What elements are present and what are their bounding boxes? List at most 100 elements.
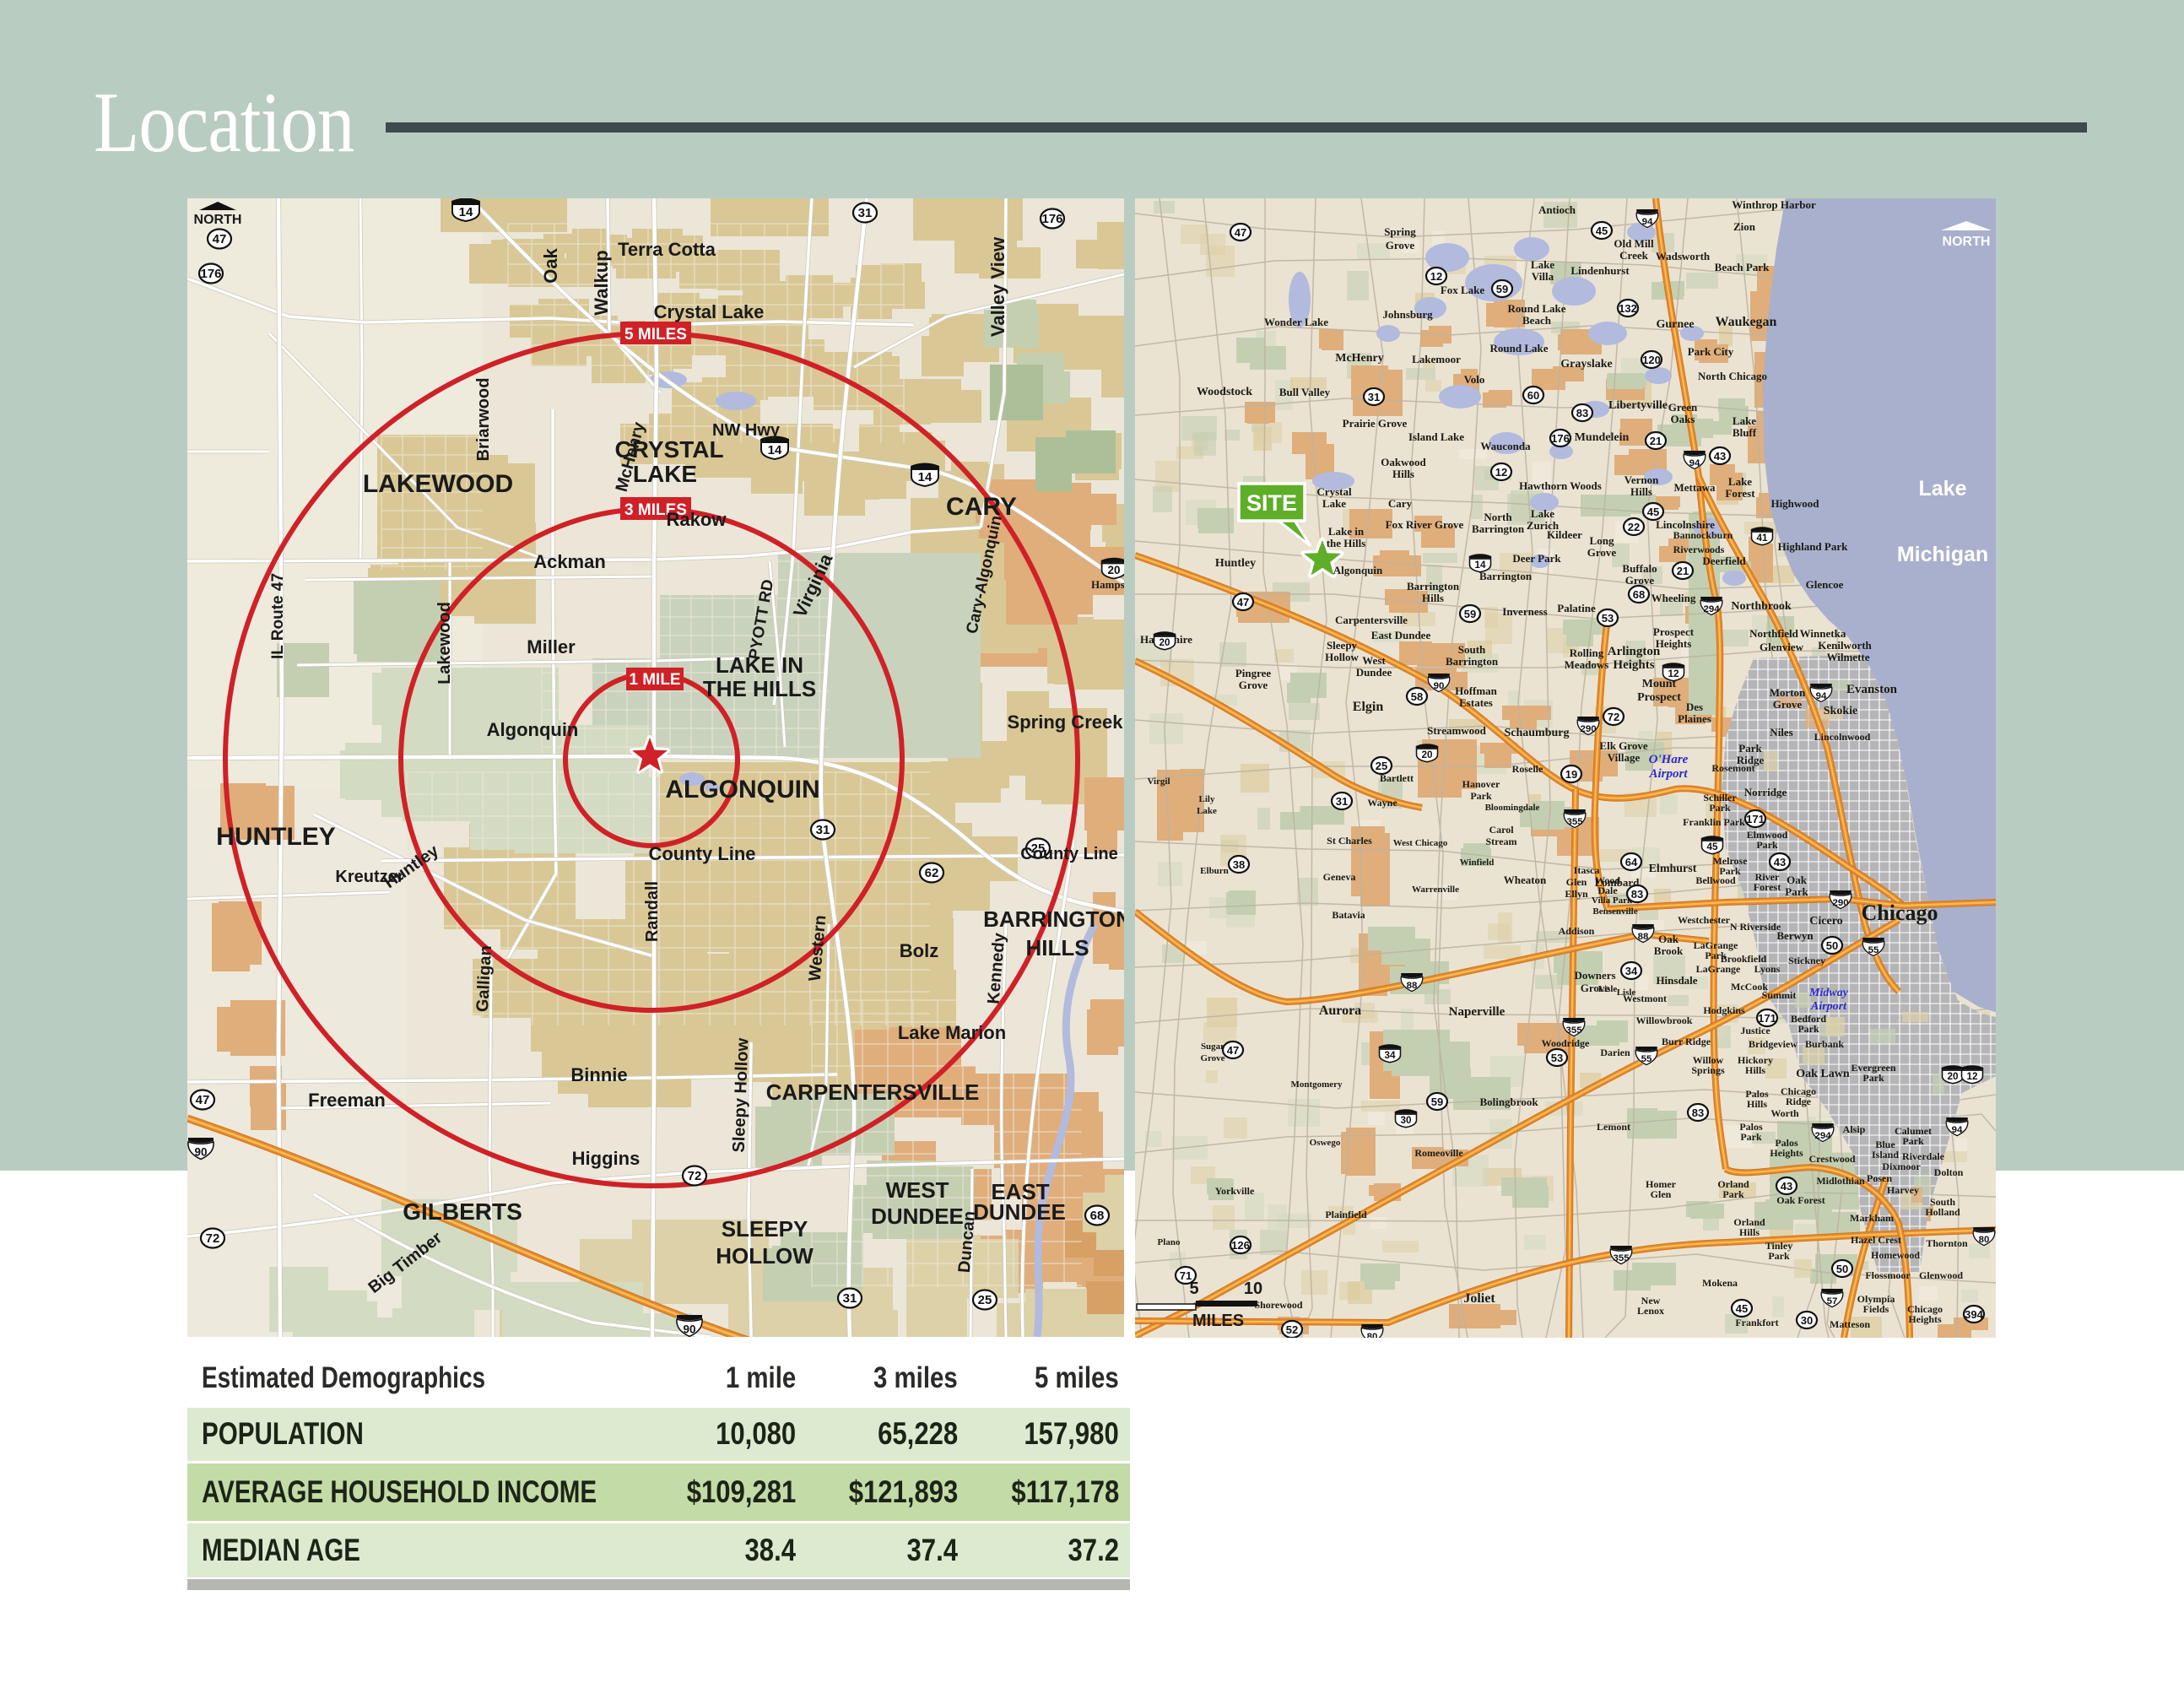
svg-text:Island: Island xyxy=(1872,1149,1899,1160)
svg-text:Ackman: Ackman xyxy=(533,551,606,572)
svg-text:Cary: Cary xyxy=(1388,497,1413,510)
svg-text:Geneva: Geneva xyxy=(1323,871,1356,883)
svg-text:94: 94 xyxy=(1952,1125,1963,1135)
svg-text:Lake: Lake xyxy=(1322,497,1346,510)
svg-text:132: 132 xyxy=(1619,302,1637,315)
svg-text:53: 53 xyxy=(1551,1052,1563,1064)
svg-text:394: 394 xyxy=(1965,1308,1983,1321)
svg-text:Grove: Grove xyxy=(1625,574,1655,587)
svg-text:Addison: Addison xyxy=(1559,925,1595,937)
svg-text:Heights: Heights xyxy=(1908,1313,1942,1325)
svg-text:Plainfield: Plainfield xyxy=(1325,1209,1367,1220)
svg-text:Holland: Holland xyxy=(1925,1206,1960,1218)
svg-text:SLEEPY: SLEEPY xyxy=(722,1216,808,1242)
svg-text:Warrenville: Warrenville xyxy=(1412,885,1459,895)
svg-text:Alsip: Alsip xyxy=(1843,1123,1866,1135)
svg-text:Galligan: Galligan xyxy=(473,945,495,1013)
svg-text:Wilmette: Wilmette xyxy=(1826,651,1869,663)
svg-text:59: 59 xyxy=(1496,283,1508,295)
svg-text:Round Lake: Round Lake xyxy=(1508,302,1566,315)
svg-text:Pingree: Pingree xyxy=(1235,667,1272,679)
svg-text:94: 94 xyxy=(1689,458,1700,468)
svg-text:Prospect: Prospect xyxy=(1637,691,1681,704)
svg-text:Wonder Lake: Wonder Lake xyxy=(1264,316,1328,328)
svg-text:Burr Ridge: Burr Ridge xyxy=(1662,1036,1711,1047)
svg-text:Libertyville: Libertyville xyxy=(1608,399,1668,412)
svg-text:25: 25 xyxy=(1376,760,1387,772)
svg-text:Park: Park xyxy=(1740,1131,1762,1143)
svg-text:Bensenville: Bensenville xyxy=(1592,906,1637,917)
svg-text:50: 50 xyxy=(1826,939,1838,952)
svg-text:Elgin: Elgin xyxy=(1353,700,1384,714)
svg-text:68: 68 xyxy=(1633,588,1645,601)
svg-text:Dale: Dale xyxy=(1597,885,1618,896)
svg-text:Lake: Lake xyxy=(1728,475,1752,488)
svg-text:19: 19 xyxy=(1565,768,1577,781)
svg-text:Freeman: Freeman xyxy=(308,1090,386,1111)
svg-text:Bull Valley: Bull Valley xyxy=(1279,386,1331,398)
svg-text:90: 90 xyxy=(683,1323,695,1336)
svg-text:Flossmoor: Flossmoor xyxy=(1865,1269,1911,1281)
svg-text:1 MILE: 1 MILE xyxy=(629,671,680,689)
svg-text:68: 68 xyxy=(1090,1209,1105,1223)
svg-text:Romeoville: Romeoville xyxy=(1414,1147,1463,1159)
svg-text:171: 171 xyxy=(1758,1012,1776,1025)
svg-text:Lyons: Lyons xyxy=(1754,963,1781,975)
svg-text:Huntley: Huntley xyxy=(1215,557,1256,570)
svg-text:Naperville: Naperville xyxy=(1449,1005,1506,1019)
svg-text:Thornton: Thornton xyxy=(1926,1237,1968,1249)
svg-text:55: 55 xyxy=(1641,1054,1652,1064)
svg-text:72: 72 xyxy=(1608,711,1619,723)
svg-text:31: 31 xyxy=(1336,795,1348,808)
svg-text:Lake: Lake xyxy=(1197,806,1217,816)
svg-text:Park: Park xyxy=(1738,742,1762,755)
svg-text:Grove: Grove xyxy=(1386,239,1415,252)
svg-text:Miller: Miller xyxy=(527,636,576,657)
svg-text:94: 94 xyxy=(1816,691,1827,701)
svg-text:CARPENTERSVILLE: CARPENTERSVILLE xyxy=(766,1079,980,1105)
svg-text:Rakow: Rakow xyxy=(667,509,727,530)
svg-text:Algonquin: Algonquin xyxy=(487,719,579,740)
svg-text:21: 21 xyxy=(1650,435,1662,447)
svg-text:120: 120 xyxy=(1642,354,1661,366)
svg-text:LAKE: LAKE xyxy=(633,461,697,487)
svg-text:294: 294 xyxy=(1703,604,1720,614)
svg-text:DUNDEE: DUNDEE xyxy=(871,1204,964,1229)
svg-text:MILES: MILES xyxy=(1192,1312,1244,1330)
svg-text:North: North xyxy=(1484,511,1512,523)
svg-text:LaGrange: LaGrange xyxy=(1696,963,1741,975)
svg-text:47: 47 xyxy=(196,1093,210,1107)
svg-text:Villa: Villa xyxy=(1532,270,1554,283)
svg-text:Round Lake: Round Lake xyxy=(1490,342,1549,354)
svg-text:47: 47 xyxy=(1235,226,1246,239)
svg-text:HILLS: HILLS xyxy=(1025,935,1089,960)
svg-text:Palatine: Palatine xyxy=(1557,602,1596,614)
svg-text:Darien: Darien xyxy=(1600,1047,1630,1058)
svg-text:IL Route 47: IL Route 47 xyxy=(269,573,287,659)
svg-text:20: 20 xyxy=(1107,564,1120,576)
svg-text:Hills: Hills xyxy=(1747,1098,1767,1110)
svg-text:BARRINGTON: BARRINGTON xyxy=(983,906,1124,932)
svg-text:Glen: Glen xyxy=(1566,876,1587,888)
svg-text:Bannockburn: Bannockburn xyxy=(1673,529,1733,541)
svg-text:Park City: Park City xyxy=(1688,345,1734,358)
svg-text:88: 88 xyxy=(1638,932,1649,942)
svg-text:Estates: Estates xyxy=(1459,696,1493,709)
svg-text:94: 94 xyxy=(1642,217,1653,227)
svg-text:Worth: Worth xyxy=(1770,1107,1799,1119)
svg-text:Prospect: Prospect xyxy=(1653,625,1695,638)
svg-text:43: 43 xyxy=(1774,856,1786,868)
svg-text:Lemont: Lemont xyxy=(1597,1121,1630,1133)
svg-text:355: 355 xyxy=(1613,1253,1630,1263)
svg-text:176: 176 xyxy=(1551,432,1570,445)
svg-text:10: 10 xyxy=(1244,1280,1262,1298)
svg-text:Waukegan: Waukegan xyxy=(1716,315,1777,329)
svg-text:LAKEWOOD: LAKEWOOD xyxy=(363,470,513,498)
svg-text:Berwyn: Berwyn xyxy=(1776,929,1814,942)
svg-text:31: 31 xyxy=(858,206,873,220)
svg-text:Park: Park xyxy=(1470,790,1492,802)
svg-text:Barrington: Barrington xyxy=(1472,522,1525,535)
svg-text:Grove: Grove xyxy=(1587,546,1617,559)
svg-text:43: 43 xyxy=(1714,450,1726,463)
svg-text:Oak Forest: Oak Forest xyxy=(1776,1194,1825,1206)
